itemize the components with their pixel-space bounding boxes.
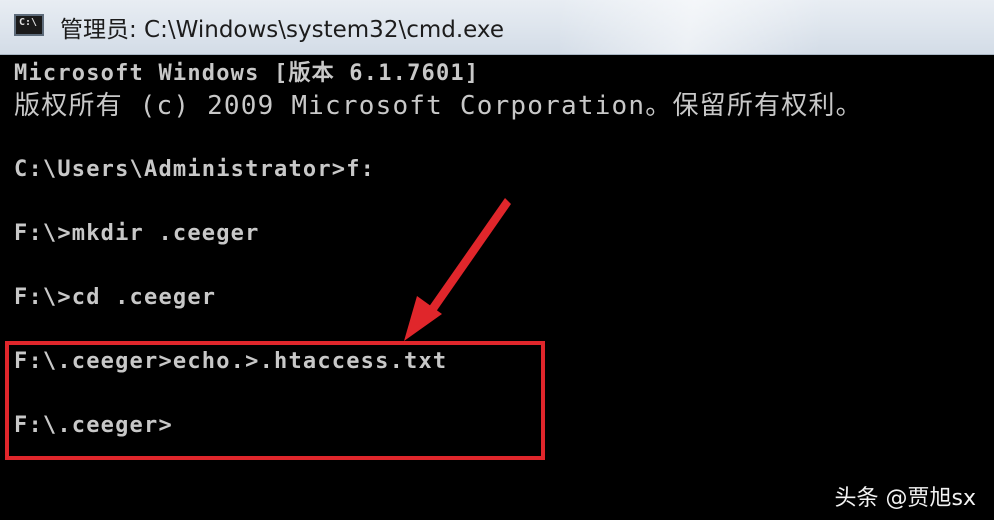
red-arrow <box>404 198 511 341</box>
watermark: 头条 @贾旭sx <box>834 486 976 511</box>
